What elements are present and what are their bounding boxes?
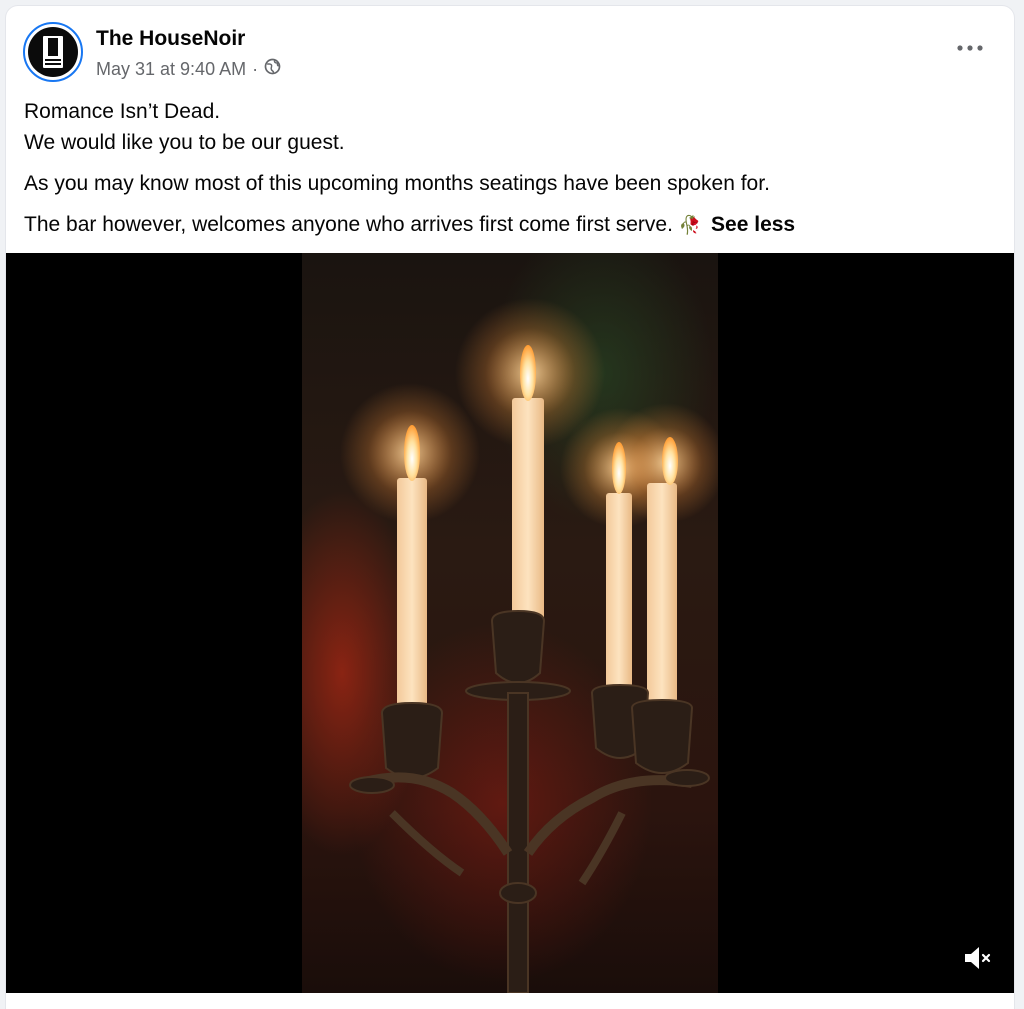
post-timestamp[interactable]: May 31 at 9:40 AM [96,59,246,80]
wilted-rose-emoji: 🥀 [678,215,702,235]
post-text-last-line: The bar however, welcomes anyone who arr… [24,209,984,241]
housenoir-logo [28,27,78,77]
see-less-link[interactable]: See less [711,213,795,236]
speaker-muted-icon [963,945,993,976]
more-options-button[interactable] [952,36,988,58]
post-meta: May 31 at 9:40 AM · [96,58,281,80]
mute-toggle-button[interactable] [960,945,996,975]
post-text-line: As you may know most of this upcoming mo… [24,172,770,195]
post-card: The HouseNoir May 31 at 9:40 AM · Romanc… [6,6,1014,1009]
candelabra-video-frame [302,253,718,993]
post-text-line: We would like you to be our guest. [24,131,345,154]
post-text: Romance Isn’t Dead. We would like you to… [24,96,984,241]
post-text-line: Romance Isn’t Dead. [24,100,221,123]
more-options-icon [957,38,983,56]
post-footer-divider [6,993,1014,1009]
meta-separator: · [252,58,259,79]
page-name[interactable]: The HouseNoir [96,27,245,51]
candelabra-illustration [340,298,718,993]
video-player[interactable] [6,253,1014,993]
globe-icon[interactable] [264,58,281,80]
page-avatar[interactable] [23,22,83,82]
post-text-line: The bar however, welcomes anyone who arr… [24,213,673,236]
